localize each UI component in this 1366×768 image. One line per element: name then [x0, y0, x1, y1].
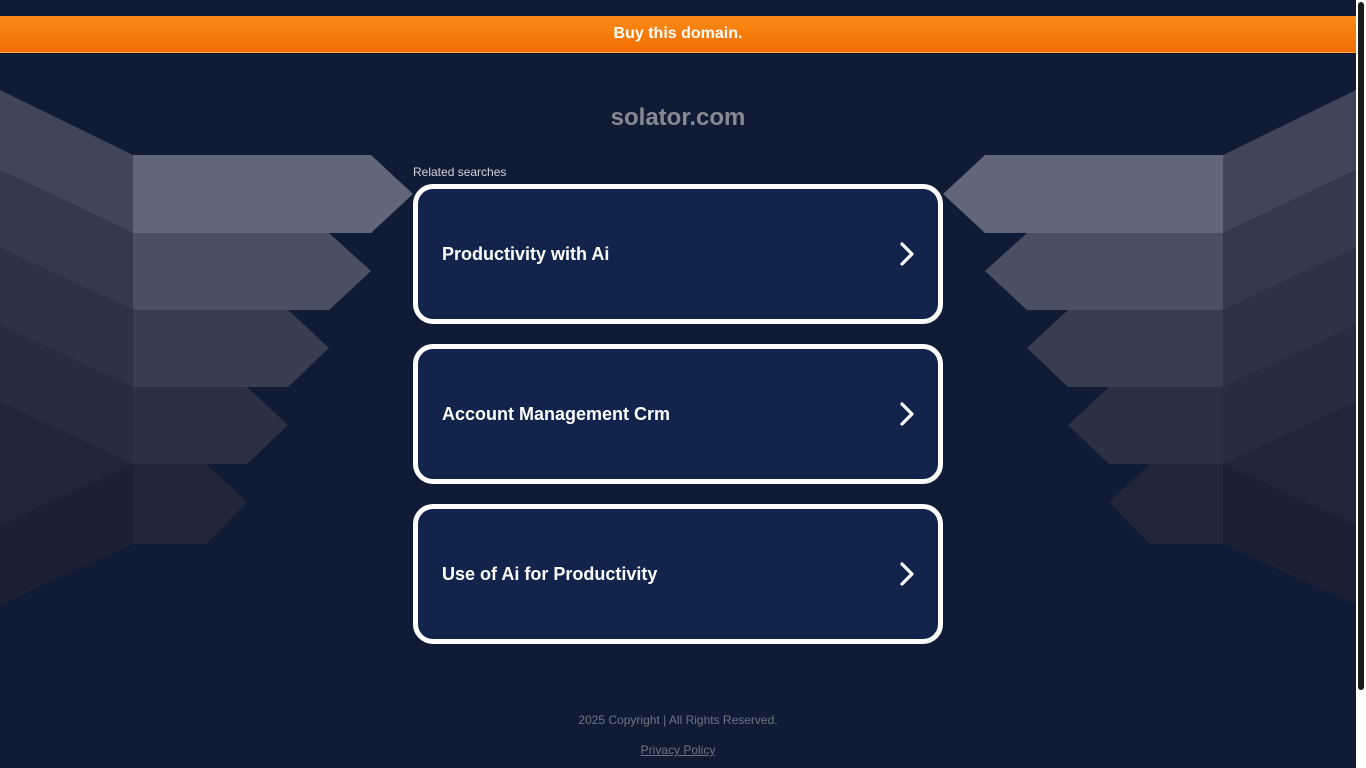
related-search-card-2[interactable]: Account Management Crm	[413, 344, 943, 484]
domain-title: solator.com	[610, 104, 746, 131]
chevron-right-icon	[900, 402, 914, 426]
related-search-label: Account Management Crm	[442, 403, 671, 424]
chevron-right-icon	[900, 562, 914, 586]
page-viewport: Buy this domain. solator.com Related sea…	[0, 0, 1356, 768]
related-search-label: Use of Ai for Productivity	[442, 563, 658, 584]
privacy-policy-link[interactable]: Privacy Policy	[641, 743, 716, 757]
vertical-scrollbar[interactable]	[1356, 0, 1366, 768]
footer-copyright: 2025 Copyright | All Rights Reserved.	[578, 713, 778, 727]
related-search-card-1[interactable]: Productivity with Ai	[413, 184, 943, 324]
related-search-label: Productivity with Ai	[442, 243, 610, 264]
footer-privacy: Privacy Policy	[0, 743, 1356, 757]
scrollbar-thumb[interactable]	[1358, 2, 1364, 690]
chevron-right-icon	[900, 242, 914, 266]
related-search-card-3[interactable]: Use of Ai for Productivity	[413, 504, 943, 644]
related-searches-label: Related searches	[413, 165, 507, 179]
